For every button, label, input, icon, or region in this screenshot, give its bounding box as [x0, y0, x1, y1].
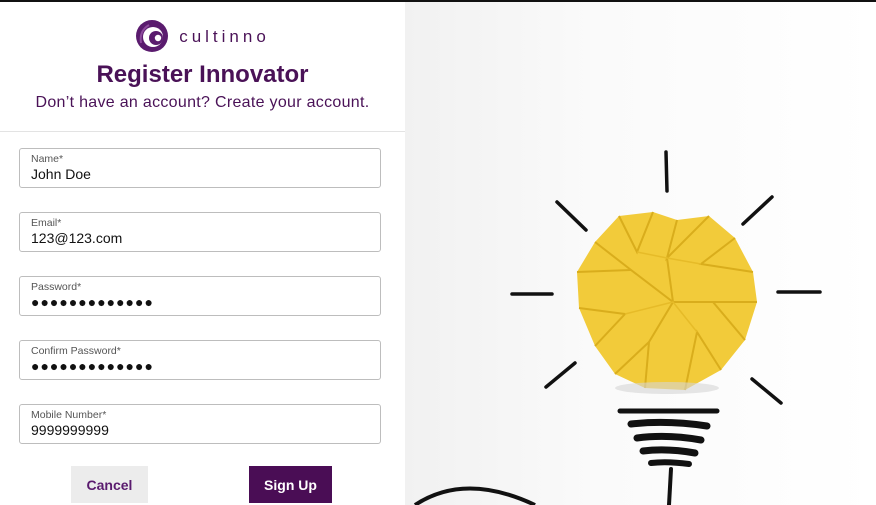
name-label: Name*	[31, 153, 64, 165]
brand-logo: cultinno	[0, 19, 405, 53]
password-field[interactable]: Password* ●●●●●●●●●●●●●	[19, 276, 381, 316]
password-input[interactable]: ●●●●●●●●●●●●●	[31, 294, 154, 310]
cultinno-swirl-icon	[136, 20, 169, 52]
email-label: Email*	[31, 217, 62, 229]
page-subtitle: Don’t have an account? Create your accou…	[35, 94, 370, 111]
cancel-button[interactable]: Cancel	[71, 466, 148, 503]
header-divider	[0, 131, 405, 132]
mobile-number-field[interactable]: Mobile Number* 9999999999	[19, 404, 381, 444]
confirm-password-label: Confirm Password*	[31, 345, 121, 357]
password-label: Password*	[31, 281, 82, 293]
hero-illustration	[405, 2, 876, 505]
crumpled-paper-lightbulb-icon	[413, 150, 822, 505]
page-title: Register Innovator	[96, 61, 309, 88]
confirm-password-field[interactable]: Confirm Password* ●●●●●●●●●●●●●	[19, 340, 381, 380]
registration-panel: cultinno Register Innovator Don’t have a…	[0, 2, 405, 505]
mobile-number-label: Mobile Number*	[31, 409, 107, 421]
email-field[interactable]: Email* 123@123.com	[19, 212, 381, 252]
email-input[interactable]: 123@123.com	[31, 230, 122, 246]
name-field[interactable]: Name* John Doe	[19, 148, 381, 188]
name-input[interactable]: John Doe	[31, 166, 91, 182]
brand-name: cultinno	[179, 27, 270, 46]
confirm-password-input[interactable]: ●●●●●●●●●●●●●	[31, 358, 154, 374]
sign-up-button[interactable]: Sign Up	[249, 466, 332, 503]
mobile-number-input[interactable]: 9999999999	[31, 422, 109, 438]
